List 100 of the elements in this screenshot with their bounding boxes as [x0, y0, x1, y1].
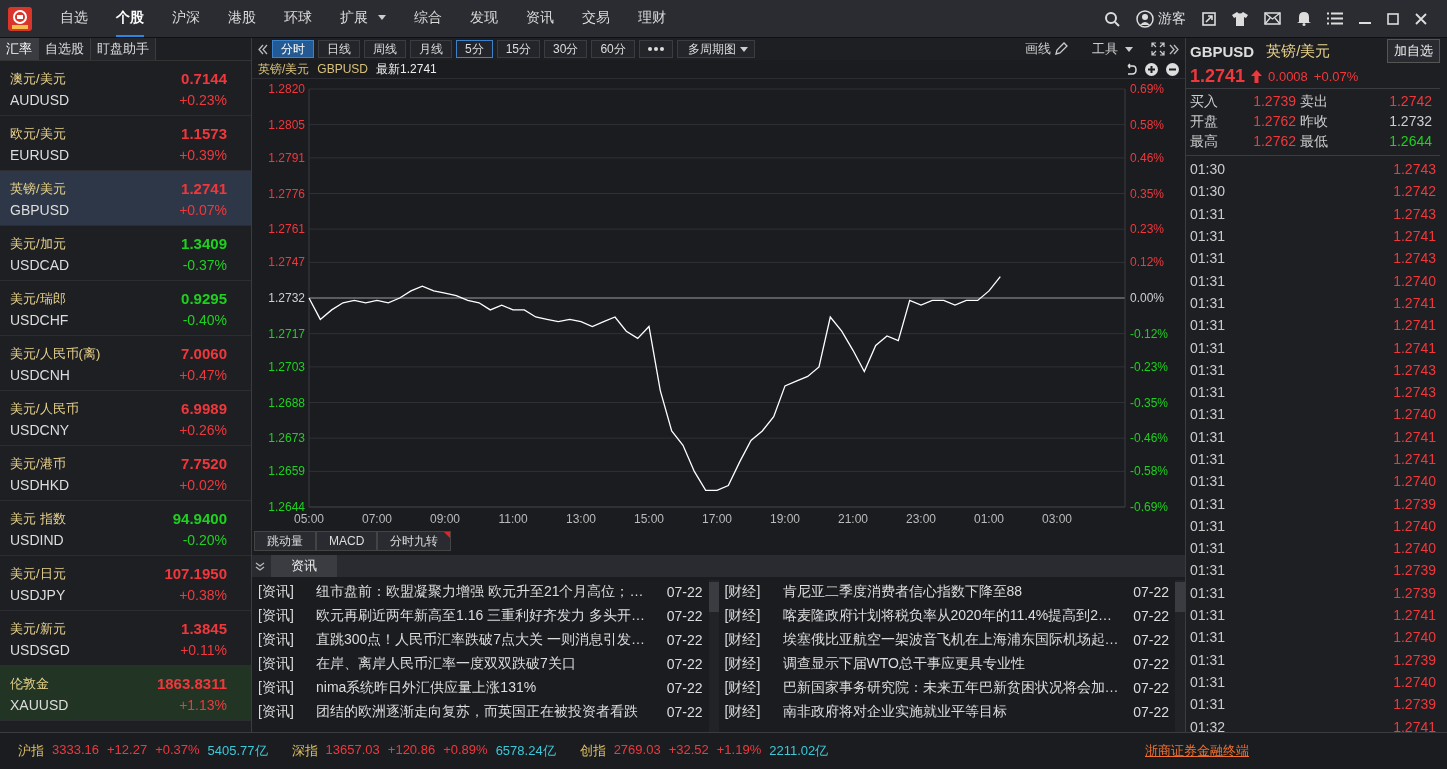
period-button[interactable]: 15分 [496, 40, 541, 58]
more-button[interactable] [638, 40, 673, 58]
collapse-left-icon[interactable] [258, 43, 268, 55]
tools-dropdown[interactable]: 工具 [1086, 39, 1139, 59]
trade-price: 1.2743 [1393, 161, 1436, 178]
news-item[interactable]: [财经] 巴新国家事务研究院：未来五年巴新贫困状况将会加… 07-22 [724, 676, 1169, 700]
currency-change: +0.39% [179, 147, 227, 163]
currency-item[interactable]: 美元/人民币(离) 7.0060 USDCNH +0.47% [0, 336, 251, 391]
app-logo-icon[interactable] [8, 6, 32, 31]
percent-axis-label: 0.00% [1130, 291, 1165, 305]
currency-item[interactable]: 英镑/美元 1.2741 GBPUSD +0.07% [0, 171, 251, 226]
time-axis-label: 15:00 [634, 512, 664, 526]
news-item[interactable]: [资讯] 欧元再刷近两年新高至1.16 三重利好齐发力 多头开… 07-22 [258, 604, 703, 628]
user-icon[interactable] [1136, 9, 1154, 28]
list-icon[interactable] [1327, 12, 1343, 25]
menu-tab[interactable]: 理财 [638, 0, 666, 37]
scroll-bar[interactable] [708, 580, 719, 732]
menu-tab[interactable]: 自选 [60, 0, 88, 37]
stat-value: 1.2762 [1252, 133, 1297, 151]
pencil-icon [1054, 42, 1068, 56]
news-item[interactable]: [资讯] 纽市盘前：欧盟凝聚力增强 欧元升至21个月高位；… 07-22 [258, 580, 703, 604]
menu-tab[interactable]: 个股 [116, 0, 144, 37]
news-date: 07-22 [665, 656, 703, 672]
sidebar-tab[interactable]: 自选股 [39, 38, 91, 60]
news-headline: 埃塞俄比亚航空一架波音飞机在上海浦东国际机场起… [782, 631, 1120, 649]
scroll-bar[interactable] [1175, 580, 1185, 732]
news-item[interactable]: [财经] 调查显示下届WTO总干事应更具专业性 07-22 [724, 652, 1169, 676]
zoom-out-icon[interactable] [1166, 62, 1179, 76]
zoom-in-icon[interactable] [1145, 62, 1158, 76]
fullscreen-icon[interactable] [1151, 42, 1165, 56]
menu-tab[interactable]: 环球 [284, 0, 312, 37]
time-axis-label: 23:00 [906, 512, 936, 526]
undo-icon[interactable] [1125, 63, 1137, 75]
news-item[interactable]: [资讯] 在岸、离岸人民币汇率一度双双跌破7关口 07-22 [258, 652, 703, 676]
bell-icon[interactable] [1297, 11, 1311, 26]
menu-tab[interactable]: 扩展 [340, 0, 386, 37]
news-item[interactable]: [财经] 南非政府将对企业实施就业平等目标 07-22 [724, 700, 1169, 724]
trade-time: 01:31 [1190, 607, 1226, 624]
caret-icon [739, 46, 748, 52]
period-button[interactable]: 60分 [591, 40, 635, 58]
time-axis-label: 19:00 [770, 512, 800, 526]
export-icon[interactable] [1202, 11, 1216, 26]
news-item[interactable]: [财经] 埃塞俄比亚航空一架波音飞机在上海浦东国际机场起… 07-22 [724, 628, 1169, 652]
menu-tab[interactable]: 发现 [470, 0, 498, 37]
index-name: 沪指 [18, 742, 44, 760]
sidebar-tab[interactable]: 盯盘助手 [91, 38, 156, 60]
news-item[interactable]: [资讯] nima系统昨日外汇供应量上涨131% 07-22 [258, 676, 703, 700]
period-button[interactable]: 日线 [318, 40, 360, 58]
currency-item[interactable]: 美元 指数 94.9400 USDIND -0.20% [0, 501, 251, 556]
user-name[interactable]: 游客 [1158, 9, 1186, 28]
mail-icon[interactable] [1264, 12, 1281, 25]
sidebar-tab[interactable]: 汇率 [0, 38, 39, 60]
shirt-icon[interactable] [1232, 11, 1248, 26]
indicator-tab[interactable]: 分时九转 [377, 531, 452, 551]
indicator-tab[interactable]: MACD [316, 531, 378, 551]
add-watchlist-button[interactable]: 加自选 [1387, 39, 1440, 63]
maximize-icon[interactable] [1387, 12, 1399, 25]
trade-price: 1.2743 [1393, 250, 1436, 267]
menu-tab[interactable]: 资讯 [526, 0, 554, 37]
currency-item[interactable]: 美元/瑞郎 0.9295 USDCHF -0.40% [0, 281, 251, 336]
menu-tab[interactable]: 港股 [228, 0, 256, 37]
trade-price: 1.2742 [1393, 183, 1436, 200]
currency-item[interactable]: 伦敦金 1863.8311 XAUUSD +1.13% [0, 666, 251, 721]
period-button[interactable]: 周线 [364, 40, 406, 58]
news-item[interactable]: [财经] 肯尼亚二季度消费者信心指数下降至88 07-22 [724, 580, 1169, 604]
period-button[interactable]: 月线 [410, 40, 452, 58]
period-button[interactable]: 分时 [272, 40, 314, 58]
broker-link[interactable]: 浙商证券金融终端 [1145, 742, 1249, 760]
price-axis-label: 1.2747 [268, 255, 305, 270]
currency-name: 美元/新元 [10, 620, 66, 638]
indicator-tab[interactable]: 跳动量 [254, 531, 316, 551]
currency-item[interactable]: 美元/人民币 6.9989 USDCNY +0.26% [0, 391, 251, 446]
news-headline: 喀麦隆政府计划将税负率从2020年的11.4%提高到2… [782, 607, 1114, 625]
news-item[interactable]: [资讯] 直跳300点！人民币汇率跌破7点大关 一则消息引发… 07-22 [258, 628, 703, 652]
currency-price: 0.9295 [181, 290, 227, 308]
news-headline: 在岸、离岸人民币汇率一度双双跌破7关口 [316, 655, 577, 673]
news-item[interactable]: [财经] 喀麦隆政府计划将税负率从2020年的11.4%提高到2… 07-22 [724, 604, 1169, 628]
trade-price: 1.2741 [1393, 317, 1436, 334]
draw-line-button[interactable]: 画线 [1019, 39, 1074, 59]
period-button[interactable]: 30分 [544, 40, 588, 58]
menu-tab[interactable]: 交易 [582, 0, 610, 37]
currency-item[interactable]: 美元/港币 7.7520 USDHKD +0.02% [0, 446, 251, 501]
search-icon[interactable] [1104, 10, 1120, 27]
currency-code: USDCHF [10, 312, 69, 328]
multi-period-dropdown[interactable]: 多周期图 [676, 40, 755, 58]
news-tab[interactable]: 资讯 [271, 555, 337, 577]
period-button[interactable]: 5分 [456, 40, 493, 58]
menu-tab[interactable]: 沪深 [172, 0, 200, 37]
currency-item[interactable]: 美元/日元 107.1950 USDJPY +0.38% [0, 556, 251, 611]
currency-name: 伦敦金 [10, 675, 49, 693]
collapse-down-icon[interactable] [255, 561, 265, 571]
currency-change: +0.02% [179, 477, 227, 493]
price-axis-label: 1.2673 [268, 431, 305, 446]
collapse-right-icon[interactable] [1169, 43, 1179, 55]
menu-tab[interactable]: 综合 [414, 0, 442, 37]
time-axis-label: 05:00 [294, 512, 324, 526]
currency-item[interactable]: 美元/加元 1.3409 USDCAD -0.37% [0, 226, 251, 281]
close-icon[interactable] [1415, 12, 1427, 25]
news-item[interactable]: [资讯] 团结的欧洲逐渐走向复苏，而英国正在被投资者看跌 07-22 [258, 700, 703, 724]
currency-item[interactable]: 澳元/美元 0.7144 AUDUSD +0.23% [0, 61, 251, 116]
